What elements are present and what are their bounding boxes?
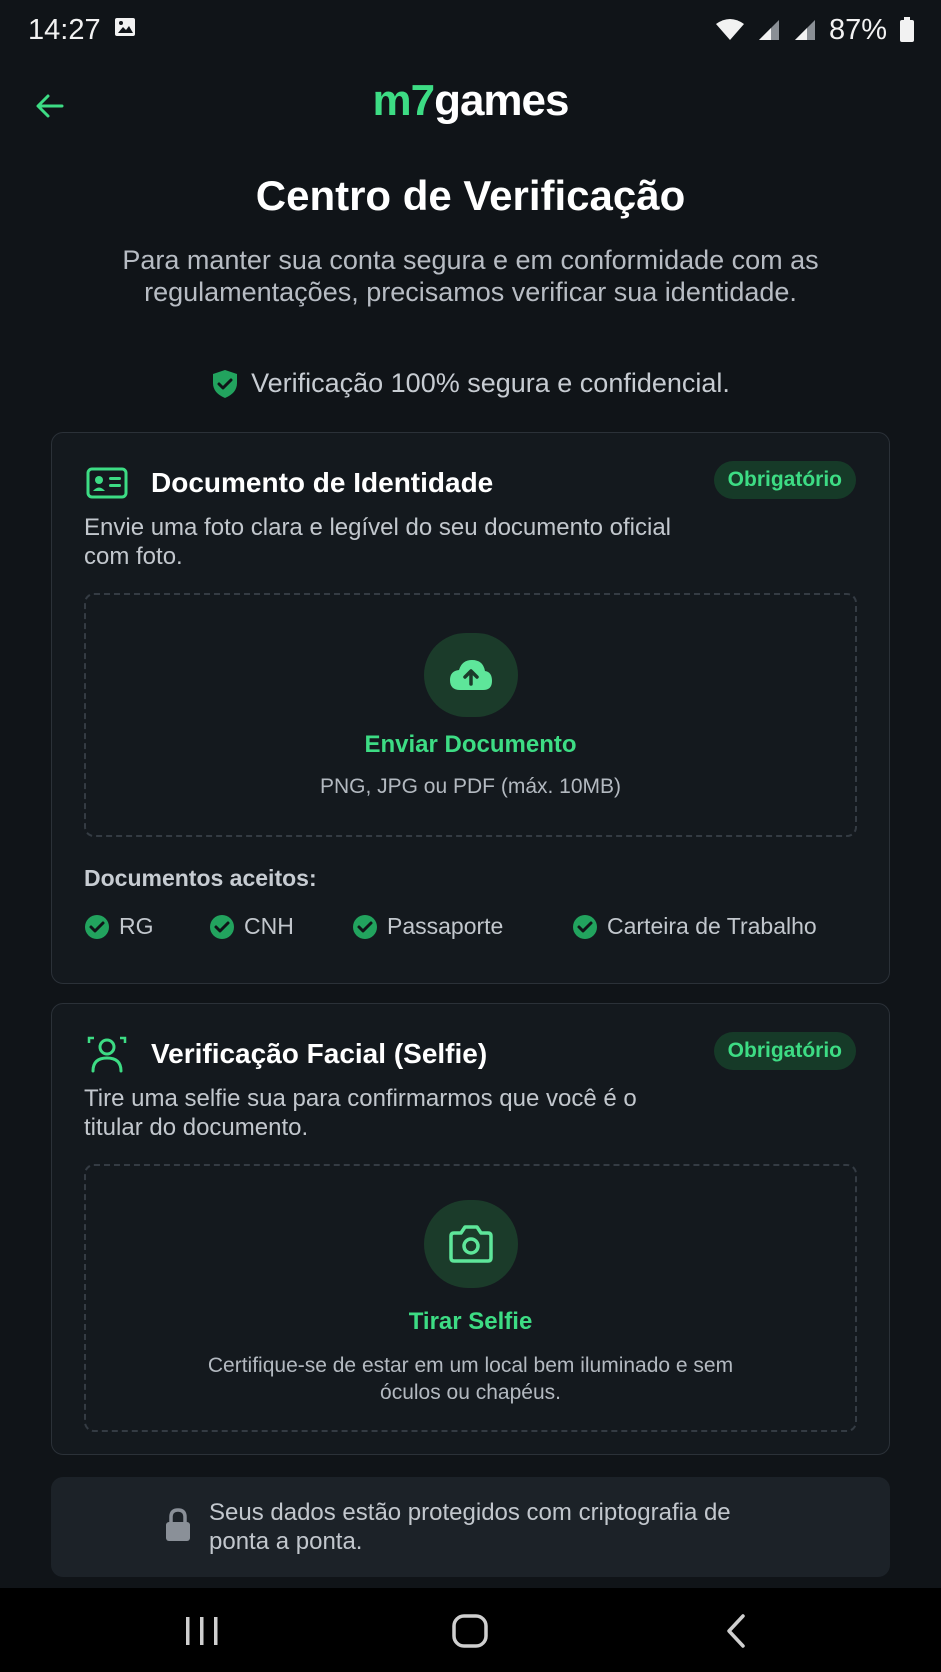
face-scan-icon — [85, 1034, 129, 1074]
selfie-card-description: Tire uma selfie sua para confirmarmos qu… — [84, 1085, 637, 1141]
check-circle-icon — [210, 914, 234, 939]
recent-apps-button[interactable] — [172, 1606, 232, 1656]
chevron-left-icon — [727, 1614, 745, 1648]
status-bar: 14:27 87% — [0, 0, 941, 60]
upload-document-hint: PNG, JPG ou PDF (máx. 10MB) — [319, 775, 622, 798]
cloud-upload-icon — [423, 633, 518, 717]
take-selfie-hint: Certifique-se de estar em um local bem i… — [207, 1354, 734, 1404]
logo: m7games — [0, 76, 941, 126]
status-left: 14:27 — [28, 14, 137, 47]
upload-document-label: Enviar Documento — [364, 731, 577, 758]
home-icon — [452, 1614, 488, 1648]
secure-note: Verificação 100% segura e confidencial. — [0, 368, 941, 399]
take-selfie-label: Tirar Selfie — [408, 1308, 533, 1335]
privacy-note: Seus dados estão protegidos com criptogr… — [51, 1477, 890, 1577]
status-time: 14:27 — [28, 13, 101, 46]
page-title: Centro de Verificação — [255, 172, 686, 219]
app-header: m7games — [0, 70, 941, 138]
logo-mark: m7 — [372, 76, 435, 125]
accepted-item-label: CNH — [244, 913, 294, 939]
battery-icon — [899, 17, 915, 43]
selfie-card-title: Verificação Facial (Selfie) — [151, 1038, 488, 1069]
upload-document-dropzone[interactable]: Enviar Documento PNG, JPG ou PDF (máx. 1… — [84, 593, 857, 837]
privacy-text: Seus dados estão protegidos com criptogr… — [209, 1499, 731, 1555]
system-nav-bar — [0, 1588, 941, 1672]
check-circle-icon — [85, 914, 109, 939]
shield-check-icon — [213, 369, 238, 398]
recent-apps-icon — [186, 1617, 218, 1645]
identity-required-badge: Obrigatório — [713, 461, 856, 499]
selfie-verification-card: Verificação Facial (Selfie) Obrigatório … — [51, 1003, 890, 1455]
gallery-notification-icon — [113, 14, 137, 47]
id-card-icon — [85, 463, 129, 503]
wifi-icon — [715, 18, 745, 42]
accepted-item-label: Passaporte — [387, 913, 504, 939]
check-circle-icon — [573, 914, 597, 939]
take-selfie-dropzone[interactable]: Tirar Selfie Certifique-se de estar em u… — [84, 1164, 857, 1432]
secure-note-text: Verificação 100% segura e confidencial. — [251, 368, 730, 398]
battery-percent: 87% — [828, 13, 887, 46]
identity-document-card: Documento de Identidade Obrigatório Envi… — [51, 432, 890, 984]
check-circle-icon — [353, 914, 377, 939]
signal-icon — [757, 18, 781, 42]
accepted-documents-label: Documentos aceitos: — [84, 865, 317, 891]
page-subtitle: Para manter sua conta segura e em confor… — [122, 245, 819, 307]
accepted-documents-list: RG CNH Passaporte Carteira de Trabalho — [84, 913, 857, 945]
system-back-button[interactable] — [706, 1606, 766, 1656]
logo-text: games — [434, 76, 569, 125]
identity-card-description: Envie uma foto clara e legível do seu do… — [84, 514, 672, 570]
accepted-item: RG — [84, 913, 154, 940]
accepted-item: CNH — [209, 913, 294, 940]
selfie-required-badge: Obrigatório — [713, 1032, 856, 1070]
accepted-item: Carteira de Trabalho — [572, 913, 817, 940]
accepted-item: Passaporte — [352, 913, 503, 940]
lock-icon — [166, 1508, 190, 1541]
accepted-item-label: RG — [119, 913, 154, 939]
status-right: 87% — [715, 14, 915, 47]
accepted-item-label: Carteira de Trabalho — [607, 913, 817, 939]
home-button[interactable] — [440, 1606, 500, 1656]
identity-card-title: Documento de Identidade — [151, 467, 494, 498]
signal-icon-2 — [793, 18, 817, 42]
camera-icon — [423, 1200, 518, 1288]
